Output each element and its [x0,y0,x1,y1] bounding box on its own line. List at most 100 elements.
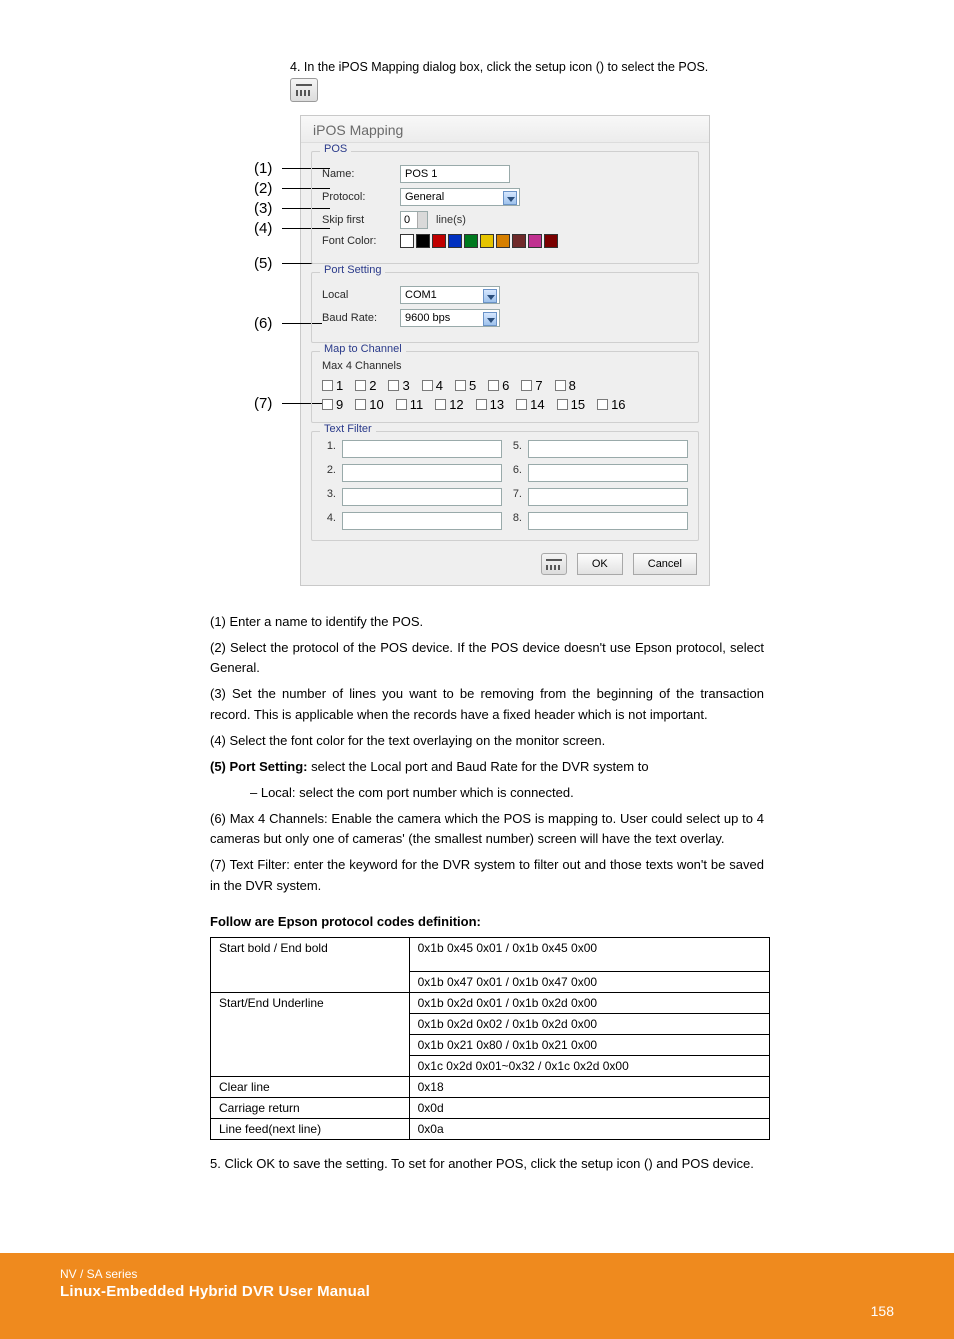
skip-first-label: Skip first [322,214,400,226]
table-cell: Start bold / End bold [211,937,410,992]
channel-15-checkbox[interactable]: 15 [557,397,585,412]
ipos-mapping-dialog: (1) (2) (3) (4) (5) (6) (7) iPOS Mapping… [300,115,710,586]
para-7: (7) Text Filter: enter the keyword for t… [210,855,764,895]
para-8: 5. Click OK to save the setting. To set … [210,1154,764,1174]
para-5a: (5) Port Setting: select the Local port … [210,757,764,777]
baud-rate-select[interactable]: 9600 bps [400,309,500,327]
group-text-filter: Text Filter 1. 5. 2. 6. 3. 7. 4. 8. [311,431,699,541]
group-map-label: Map to Channel [320,343,406,355]
group-port-label: Port Setting [320,264,385,276]
channel-9-checkbox[interactable]: 9 [322,397,343,412]
table-cell: Clear line [211,1076,410,1097]
group-port-setting: Port Setting Local COM1 Baud Rate: 9600 … [311,272,699,343]
swatch-brown[interactable] [512,234,526,248]
para-6: (6) Max 4 Channels: Enable the camera wh… [210,809,764,849]
chevron-down-icon [483,289,497,303]
callout-4: (4) [254,220,272,237]
channel-1-checkbox[interactable]: 1 [322,378,343,393]
channel-10-checkbox[interactable]: 10 [355,397,383,412]
callout-5: (5) [254,255,272,272]
baud-rate-label: Baud Rate: [322,312,400,324]
swatch-black[interactable] [416,234,430,248]
para-5b: – Local: select the com port number whic… [250,783,764,803]
channel-3-checkbox[interactable]: 3 [388,378,409,393]
local-label: Local [322,289,400,301]
callout-3: (3) [254,200,272,217]
channel-13-checkbox[interactable]: 13 [476,397,504,412]
group-pos: POS Name: Protocol: General Skip first 0… [311,151,699,264]
page-footer: NV / SA series Linux-Embedded Hybrid DVR… [0,1253,954,1339]
epson-codes-heading: Follow are Epson protocol codes definiti… [210,914,874,929]
group-filter-label: Text Filter [320,423,376,435]
table-cell: 0x1c 0x2d 0x01~0x32 / 0x1c 0x2d 0x00 [409,1055,769,1076]
pos-setup-icon [290,78,318,102]
table-cell: Carriage return [211,1097,410,1118]
pos-setup-icon[interactable] [541,553,567,575]
table-cell: Line feed(next line) [211,1118,410,1139]
skip-first-spinner[interactable]: 0 [400,211,428,229]
swatch-red[interactable] [432,234,446,248]
swatch-orange[interactable] [496,234,510,248]
font-color-swatches[interactable] [400,234,558,248]
name-input[interactable] [400,165,510,183]
text-filter-1[interactable] [342,440,502,458]
channel-7-checkbox[interactable]: 7 [521,378,542,393]
font-color-label: Font Color: [322,235,400,247]
table-cell: 0x1b 0x21 0x80 / 0x1b 0x21 0x00 [409,1034,769,1055]
swatch-yellow[interactable] [480,234,494,248]
callout-7: (7) [254,395,272,412]
table-cell: Start/End Underline [211,992,410,1076]
dialog-title: iPOS Mapping [301,116,709,143]
para-2: (2) Select the protocol of the POS devic… [210,638,764,678]
table-cell: 0x1b 0x2d 0x01 / 0x1b 0x2d 0x00 [409,992,769,1013]
swatch-pink[interactable] [528,234,542,248]
protocol-select[interactable]: General [400,188,520,206]
chevron-down-icon [503,191,517,205]
text-filter-2[interactable] [342,464,502,482]
para-1: (1) Enter a name to identify the POS. [210,612,764,632]
text-filter-7[interactable] [528,488,688,506]
swatch-white[interactable] [400,234,414,248]
swatch-darkred[interactable] [544,234,558,248]
text-filter-5[interactable] [528,440,688,458]
body-text: (1) Enter a name to identify the POS. (2… [210,612,764,896]
channel-4-checkbox[interactable]: 4 [422,378,443,393]
channel-6-checkbox[interactable]: 6 [488,378,509,393]
text-filter-3[interactable] [342,488,502,506]
footer-series: NV / SA series [60,1267,914,1281]
text-filter-8[interactable] [528,512,688,530]
channel-8-checkbox[interactable]: 8 [555,378,576,393]
step-4-text: 4. In the iPOS Mapping dialog box, click… [290,60,874,74]
channel-11-checkbox[interactable]: 11 [396,397,424,412]
channel-16-checkbox[interactable]: 16 [597,397,625,412]
page-number: 158 [871,1303,894,1319]
text-filter-6[interactable] [528,464,688,482]
swatch-green[interactable] [464,234,478,248]
baud-rate-value: 9600 bps [405,312,450,324]
channel-12-checkbox[interactable]: 12 [435,397,463,412]
skip-first-value: 0 [404,214,410,226]
table-cell: 0x0a [409,1118,769,1139]
callout-6: (6) [254,315,272,332]
local-value: COM1 [405,289,437,301]
ok-button[interactable]: OK [577,553,623,575]
para-4: (4) Select the font color for the text o… [210,731,764,751]
group-map-channel: Map to Channel Max 4 Channels 1 2 3 4 5 … [311,351,699,423]
chevron-down-icon [483,312,497,326]
protocol-label: Protocol: [322,191,400,203]
text-filter-4[interactable] [342,512,502,530]
channel-5-checkbox[interactable]: 5 [455,378,476,393]
group-pos-label: POS [320,143,351,155]
local-select[interactable]: COM1 [400,286,500,304]
channel-2-checkbox[interactable]: 2 [355,378,376,393]
para-3: (3) Set the number of lines you want to … [210,684,764,724]
protocol-value: General [405,191,444,203]
epson-codes-table: Start bold / End bold 0x1b 0x45 0x01 / 0… [210,937,770,1140]
channel-14-checkbox[interactable]: 14 [516,397,544,412]
footer-title: Linux-Embedded Hybrid DVR User Manual [60,1283,914,1300]
table-cell: 0x1b 0x45 0x01 / 0x1b 0x45 0x00 [409,937,769,971]
swatch-blue[interactable] [448,234,462,248]
table-cell: 0x0d [409,1097,769,1118]
callout-1: (1) [254,160,272,177]
cancel-button[interactable]: Cancel [633,553,697,575]
